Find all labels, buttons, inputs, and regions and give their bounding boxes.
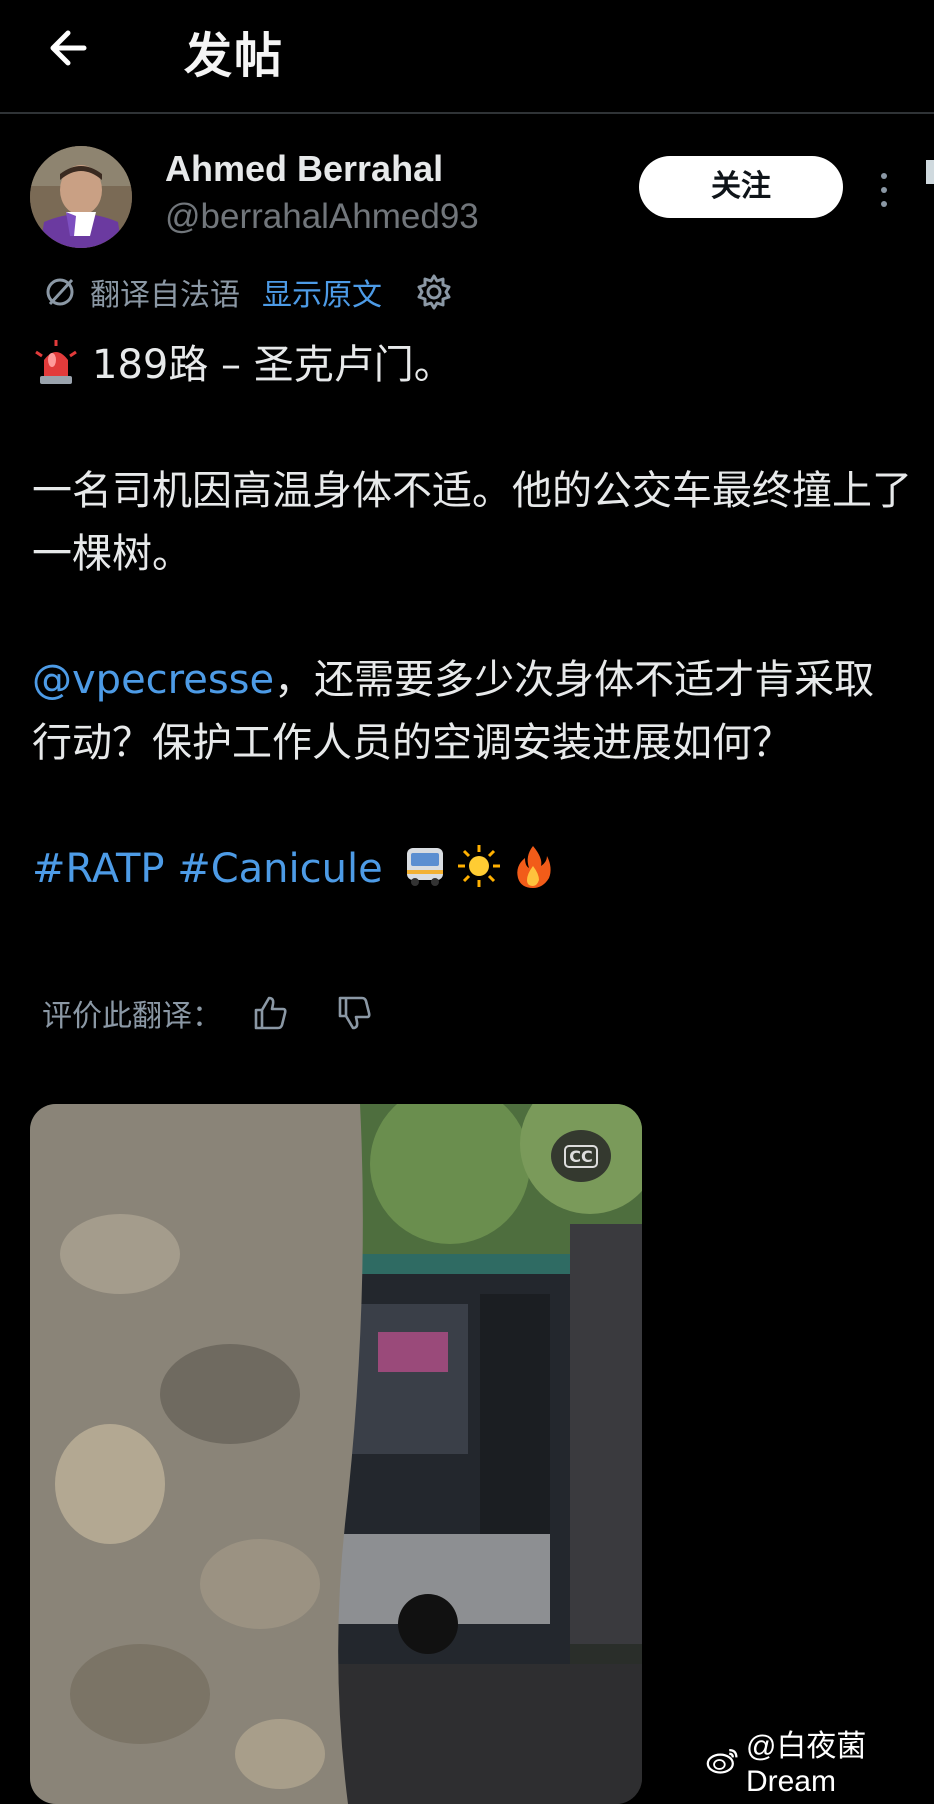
cc-label: CC	[564, 1144, 598, 1168]
fire-emoji	[517, 846, 552, 888]
watermark-text: @白夜菌Dream	[745, 1730, 867, 1798]
translation-bar: 翻译自法语 显示原文	[42, 268, 454, 316]
bus-emoji	[407, 848, 444, 886]
tweet-route-text: 189路 – 圣克卢门。	[92, 342, 454, 388]
weibo-icon	[706, 1749, 738, 1774]
video-frame	[30, 1104, 642, 1804]
author-handle[interactable]: @berrahalAhmed93	[165, 197, 479, 237]
weibo-watermark: @白夜菌Dream	[706, 1730, 934, 1798]
vertical-ellipsis-icon[interactable]	[872, 170, 896, 210]
hashtag-ratp[interactable]: #RATP	[32, 846, 165, 892]
page-title: 发帖	[184, 28, 285, 84]
arrow-left-icon[interactable]	[44, 22, 96, 74]
thumbs-down-icon[interactable]	[334, 993, 374, 1033]
tweet-paragraph-question: @vpecresse，还需要多少次身体不适才肯采取行动？保护工作人员的空调安装进…	[32, 649, 912, 775]
rate-translation-row: 评价此翻译：	[42, 988, 374, 1038]
tweet-text: 189路 – 圣克卢门。 一名司机因高温身体不适。他的公交车最终撞上了一棵树。 …	[32, 334, 912, 901]
top-bar: 发帖	[0, 0, 934, 114]
sun-emoji	[458, 845, 501, 887]
video-player[interactable]: CC	[30, 1104, 642, 1804]
translation-label: 翻译自法语	[90, 278, 240, 313]
translate-icon	[46, 278, 74, 306]
police-light-emoji	[35, 340, 77, 384]
author-name[interactable]: Ahmed Berrahal	[165, 148, 443, 190]
tweet-paragraph-incident: 一名司机因高温身体不适。他的公交车最终撞上了一棵树。	[32, 468, 912, 577]
mention-link[interactable]: @vpecresse	[32, 657, 274, 703]
avatar[interactable]	[30, 146, 132, 248]
show-original-link[interactable]: 显示原文	[262, 270, 382, 314]
tweet-line-route: 189路 – 圣克卢门。	[32, 334, 912, 397]
avatar-photo	[30, 146, 132, 248]
hashtag-canicule[interactable]: #Canicule	[177, 846, 383, 892]
scroll-edge-indicator	[926, 160, 934, 184]
follow-button[interactable]: 关注	[639, 156, 843, 218]
gear-icon[interactable]	[414, 272, 454, 312]
thumbs-up-icon[interactable]	[250, 993, 290, 1033]
rate-translation-label: 评价此翻译：	[42, 999, 222, 1034]
closed-captions-button[interactable]: CC	[551, 1130, 611, 1182]
tweet-hashtags: #RATP #Canicule	[32, 838, 912, 901]
